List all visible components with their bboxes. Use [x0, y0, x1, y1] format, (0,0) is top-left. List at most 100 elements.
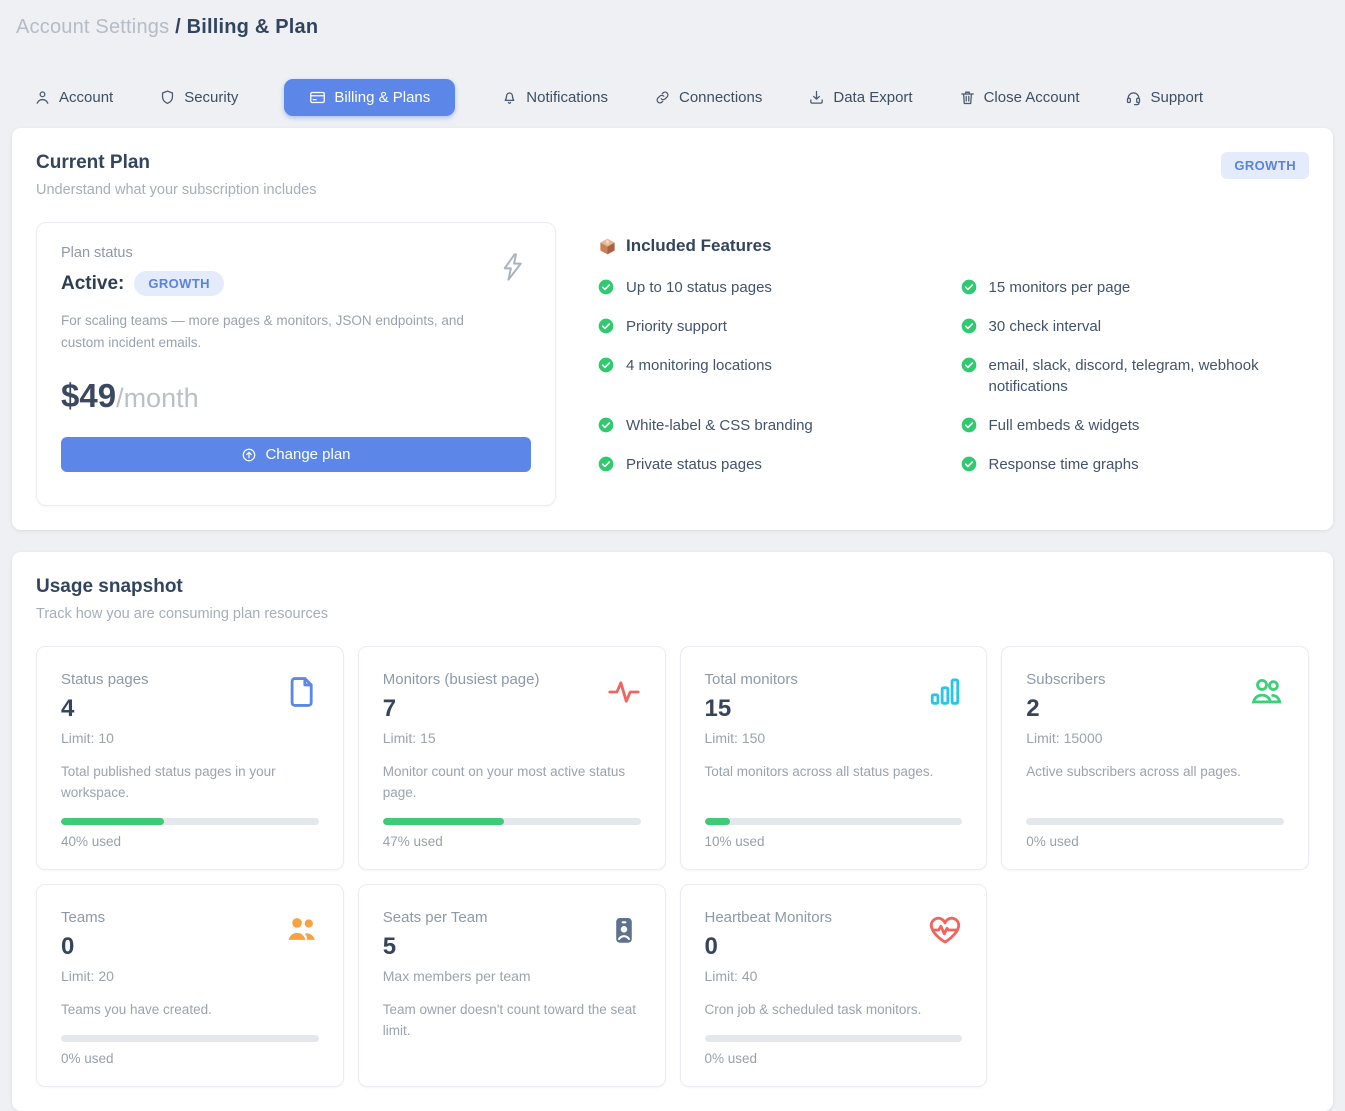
check-circle-icon: [598, 417, 614, 433]
card-description: Cron job & scheduled task monitors.: [705, 1000, 963, 1021]
progress-track: [61, 818, 319, 825]
feature-item: Up to 10 status pages: [598, 277, 928, 299]
plan-status-badge: GROWTH: [134, 271, 224, 296]
feature-item: email, slack, discord, telegram, webhook…: [961, 355, 1291, 399]
change-plan-button[interactable]: Change plan: [61, 437, 531, 472]
usage-card-heartbeat-monitors: Heartbeat Monitors 0 Limit: 40 Cron job …: [680, 884, 988, 1087]
current-plan-subtitle: Understand what your subscription includ…: [36, 182, 316, 198]
usage-snapshot-panel: Usage snapshot Track how you are consumi…: [12, 552, 1333, 1111]
trash-icon: [959, 89, 976, 106]
progress-track: [705, 1035, 963, 1042]
card-limit: Limit: 15: [383, 730, 540, 746]
check-circle-icon: [961, 318, 977, 334]
card-title: Monitors (busiest page): [383, 671, 540, 688]
progress-track: [61, 1035, 319, 1042]
team-icon: [285, 913, 319, 947]
plan-price: $49/month: [61, 377, 531, 415]
included-features: Included Features Up to 10 status pages …: [598, 222, 1309, 506]
arrow-up-circle-icon: [241, 447, 257, 463]
tab-label: Connections: [679, 89, 762, 106]
feature-label: 30 check interval: [989, 316, 1102, 338]
usage-card-subscribers: Subscribers 2 Limit: 15000 Active subscr…: [1001, 646, 1309, 870]
tab-label: Data Export: [833, 89, 912, 106]
tab-billing-plans[interactable]: Billing & Plans: [284, 79, 455, 116]
tab-connections[interactable]: Connections: [654, 89, 762, 106]
shield-icon: [159, 89, 176, 106]
card-title: Total monitors: [705, 671, 798, 688]
activity-icon: [607, 675, 641, 709]
breadcrumb-separator: /: [175, 16, 181, 38]
price-amount: $49: [61, 377, 116, 414]
person-icon: [34, 89, 51, 106]
tab-support[interactable]: Support: [1125, 89, 1203, 106]
credit-card-icon: [309, 89, 326, 106]
percent-used-label: 0% used: [1026, 834, 1284, 849]
progress-track: [1026, 818, 1284, 825]
usage-card-total-monitors: Total monitors 15 Limit: 150 Total monit…: [680, 646, 988, 870]
feature-item: Private status pages: [598, 454, 928, 476]
plan-tier-badge: GROWTH: [1221, 152, 1309, 179]
tab-data-export[interactable]: Data Export: [808, 89, 912, 106]
price-period: /month: [116, 383, 199, 413]
tab-label: Support: [1150, 89, 1203, 106]
feature-label: White-label & CSS branding: [626, 415, 813, 437]
card-value: 4: [61, 695, 149, 723]
id-badge-icon: [607, 913, 641, 947]
tab-account[interactable]: Account: [34, 89, 113, 106]
plan-status-card: Plan status Active: GROWTH For scaling t…: [36, 222, 556, 506]
usage-title: Usage snapshot: [36, 576, 328, 598]
usage-card-teams: Teams 0 Limit: 20 Teams you have created…: [36, 884, 344, 1087]
check-circle-icon: [598, 456, 614, 472]
feature-label: Up to 10 status pages: [626, 277, 772, 299]
check-circle-icon: [961, 417, 977, 433]
card-limit: Limit: 40: [705, 968, 833, 984]
download-icon: [808, 89, 825, 106]
link-icon: [654, 89, 671, 106]
percent-used-label: 47% used: [383, 834, 641, 849]
card-description: Teams you have created.: [61, 1000, 319, 1021]
feature-label: 15 monitors per page: [989, 277, 1131, 299]
percent-used-label: 10% used: [705, 834, 963, 849]
card-value: 0: [705, 933, 833, 961]
plan-description: For scaling teams — more pages & monitor…: [61, 310, 481, 353]
card-description: Monitor count on your most active status…: [383, 762, 641, 804]
usage-subtitle: Track how you are consuming plan resourc…: [36, 606, 328, 622]
users-icon: [1250, 675, 1284, 709]
usage-progress: 0% used: [1026, 804, 1284, 849]
card-limit: Limit: 150: [705, 730, 798, 746]
card-value: 15: [705, 695, 798, 723]
card-limit: Limit: 10: [61, 730, 149, 746]
breadcrumb-section: Account Settings: [16, 16, 169, 38]
check-circle-icon: [961, 456, 977, 472]
feature-label: Priority support: [626, 316, 727, 338]
progress-fill: [705, 818, 731, 825]
plan-status-label: Plan status: [61, 245, 531, 261]
usage-progress: 40% used: [61, 804, 319, 849]
file-icon: [285, 675, 319, 709]
tab-label: Billing & Plans: [334, 89, 430, 106]
heart-pulse-icon: [928, 913, 962, 947]
check-circle-icon: [961, 279, 977, 295]
feature-label: email, slack, discord, telegram, webhook…: [989, 355, 1291, 399]
features-grid: Up to 10 status pages Priority support 4…: [598, 277, 1303, 476]
tab-label: Close Account: [984, 89, 1080, 106]
card-limit: Limit: 15000: [1026, 730, 1105, 746]
headset-icon: [1125, 89, 1142, 106]
progress-fill: [383, 818, 504, 825]
card-description: Total monitors across all status pages.: [705, 762, 963, 783]
feature-item: 4 monitoring locations: [598, 355, 928, 399]
empty-grid-cell: [1001, 884, 1309, 1087]
tab-notifications[interactable]: Notifications: [501, 89, 608, 106]
tab-security[interactable]: Security: [159, 89, 238, 106]
feature-label: Full embeds & widgets: [989, 415, 1140, 437]
features-title: Included Features: [626, 236, 771, 256]
check-circle-icon: [961, 357, 977, 373]
card-description: Total published status pages in your wor…: [61, 762, 319, 804]
check-circle-icon: [598, 318, 614, 334]
tab-label: Security: [184, 89, 238, 106]
tab-close-account[interactable]: Close Account: [959, 89, 1080, 106]
usage-card-monitors-busiest: Monitors (busiest page) 7 Limit: 15 Moni…: [358, 646, 666, 870]
usage-grid: Status pages 4 Limit: 10 Total published…: [36, 646, 1309, 1087]
card-description: Active subscribers across all pages.: [1026, 762, 1284, 783]
usage-progress: 0% used: [705, 1021, 963, 1066]
